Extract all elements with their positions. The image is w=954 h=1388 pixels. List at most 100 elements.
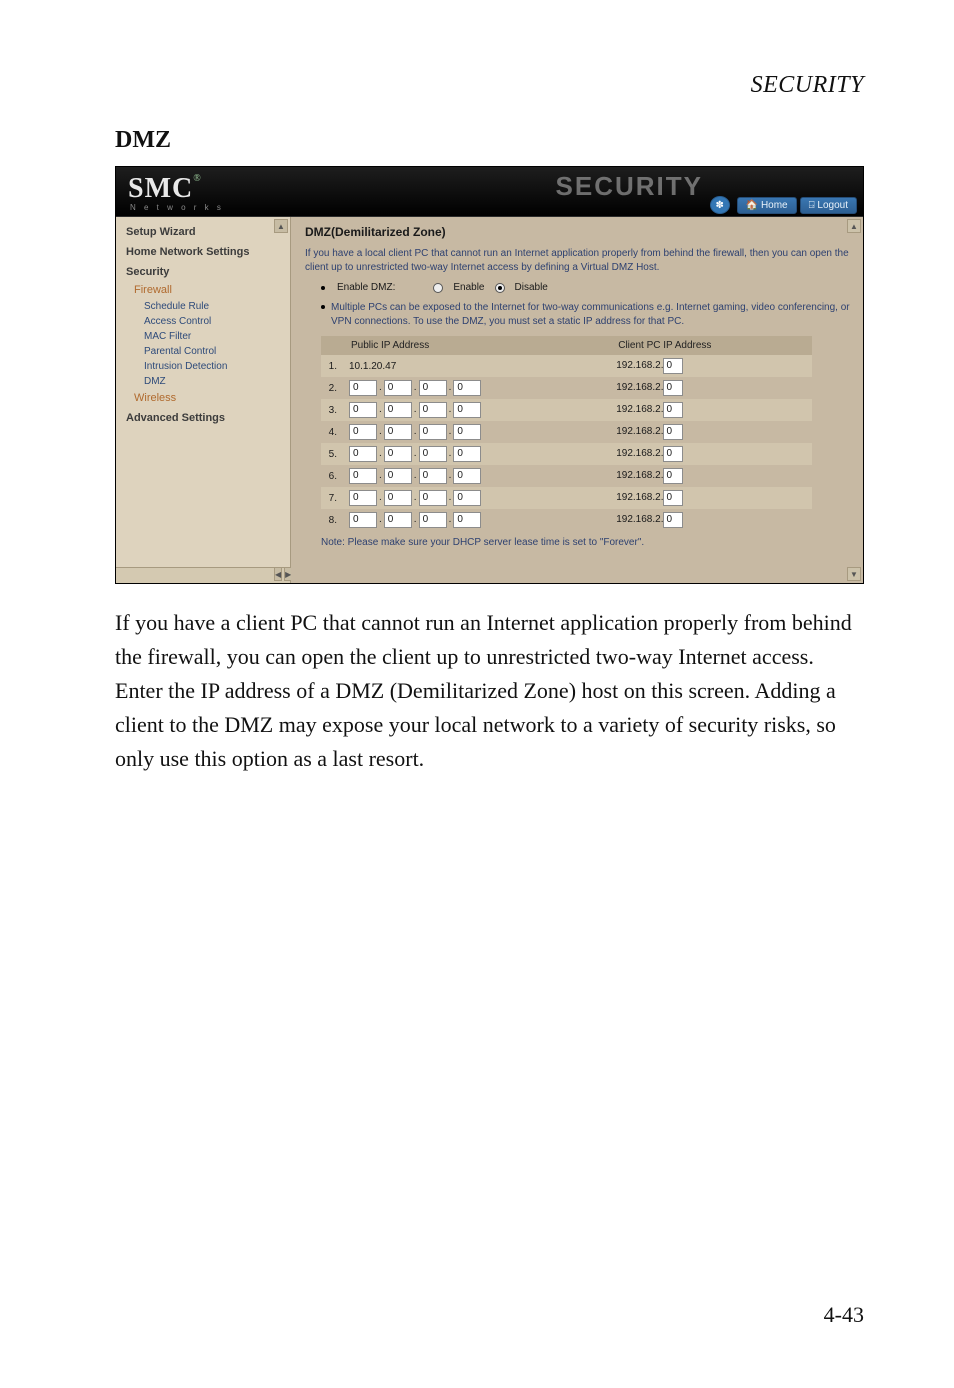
client-ip-cell: 192.168.2.0 <box>610 355 812 377</box>
dot: . <box>379 492 382 503</box>
brand-subtitle: N e t w o r k s <box>130 203 224 212</box>
nav-security[interactable]: Security <box>116 261 290 281</box>
row-index: 8. <box>321 509 343 531</box>
dot: . <box>379 382 382 393</box>
ip-octet-input[interactable]: 0 <box>453 490 481 506</box>
ip-octet-input[interactable]: 0 <box>384 402 412 418</box>
main-pane: ▲ DMZ(Demilitarized Zone) If you have a … <box>291 217 863 583</box>
nav-wireless[interactable]: Wireless <box>116 389 290 407</box>
ip-octet-input[interactable]: 0 <box>384 380 412 396</box>
client-ip-last-input[interactable]: 0 <box>663 468 683 484</box>
client-ip-last-input[interactable]: 0 <box>663 424 683 440</box>
client-ip-last-input[interactable]: 0 <box>663 358 683 374</box>
content-scroll-down-icon[interactable]: ▼ <box>847 567 861 581</box>
dot: . <box>449 426 452 437</box>
dot: . <box>449 382 452 393</box>
nav-dmz[interactable]: DMZ <box>116 374 290 389</box>
client-ip-last-input[interactable]: 0 <box>663 512 683 528</box>
ip-octet-input[interactable]: 0 <box>453 380 481 396</box>
ip-octet-input[interactable]: 0 <box>453 512 481 528</box>
client-ip-cell: 192.168.2.0 <box>610 443 812 465</box>
client-ip-last-input[interactable]: 0 <box>663 490 683 506</box>
bullet-icon <box>321 305 325 309</box>
brand-logo: SMC® <box>128 173 202 205</box>
nav-parental-control[interactable]: Parental Control <box>116 344 290 359</box>
row-index: 2. <box>321 377 343 399</box>
table-row: 1.10.1.20.47192.168.2.0 <box>321 355 812 377</box>
topbar: ✽ 🏠 Home ⍈ Logout <box>710 196 857 214</box>
dot: . <box>449 492 452 503</box>
note-line: Multiple PCs can be exposed to the Inter… <box>321 301 851 328</box>
ip-octet-input[interactable]: 0 <box>419 402 447 418</box>
dot: . <box>449 404 452 415</box>
client-ip-prefix: 192.168.2. <box>616 426 663 437</box>
dot: . <box>414 404 417 415</box>
dot: . <box>379 448 382 459</box>
ip-octet-input[interactable]: 0 <box>349 446 377 462</box>
ip-octet-input[interactable]: 0 <box>419 380 447 396</box>
client-ip-last-input[interactable]: 0 <box>663 446 683 462</box>
nav-intrusion-detection[interactable]: Intrusion Detection <box>116 359 290 374</box>
nav-mac-filter[interactable]: MAC Filter <box>116 329 290 344</box>
nav-advanced-settings[interactable]: Advanced Settings <box>116 407 290 427</box>
dot: . <box>414 382 417 393</box>
disable-radio[interactable] <box>495 283 505 293</box>
ip-octet-input[interactable]: 0 <box>419 424 447 440</box>
ip-octet-input[interactable]: 0 <box>384 424 412 440</box>
ip-octet-input[interactable]: 0 <box>419 490 447 506</box>
ip-octet-input[interactable]: 0 <box>384 490 412 506</box>
nav-firewall[interactable]: Firewall <box>116 281 290 299</box>
scroll-up-icon[interactable]: ▲ <box>274 219 288 233</box>
nav-access-control[interactable]: Access Control <box>116 314 290 329</box>
ip-octet-input[interactable]: 0 <box>419 446 447 462</box>
nav-schedule-rule[interactable]: Schedule Rule <box>116 299 290 314</box>
public-ip-cell: 0.0.0.0 <box>343 377 610 399</box>
nav-home-network-settings[interactable]: Home Network Settings <box>116 241 290 261</box>
dot: . <box>414 492 417 503</box>
ip-octet-input[interactable]: 0 <box>419 468 447 484</box>
nav-setup-wizard[interactable]: Setup Wizard <box>116 221 290 241</box>
client-ip-prefix: 192.168.2. <box>616 470 663 481</box>
section-title: DMZ <box>115 127 864 154</box>
ip-octet-input[interactable]: 0 <box>384 512 412 528</box>
dot: . <box>379 514 382 525</box>
ip-octet-input[interactable]: 0 <box>349 490 377 506</box>
row-index: 5. <box>321 443 343 465</box>
public-ip-cell: 0.0.0.0 <box>343 509 610 531</box>
ip-octet-input[interactable]: 0 <box>384 468 412 484</box>
ip-octet-input[interactable]: 0 <box>453 468 481 484</box>
public-ip-cell: 0.0.0.0 <box>343 399 610 421</box>
public-ip-cell: 0.0.0.0 <box>343 487 610 509</box>
home-button[interactable]: 🏠 Home <box>737 197 797 214</box>
scroll-bottom-bar[interactable]: ◀▶ <box>116 567 290 583</box>
ip-octet-input[interactable]: 0 <box>453 402 481 418</box>
ip-octet-input[interactable]: 0 <box>453 424 481 440</box>
router-screenshot: SMC® N e t w o r k s SECURITY ✽ 🏠 Home ⍈… <box>115 166 864 584</box>
ip-octet-input[interactable]: 0 <box>419 512 447 528</box>
ip-octet-input[interactable]: 0 <box>349 380 377 396</box>
public-ip-cell: 0.0.0.0 <box>343 465 610 487</box>
brand-word: SECURITY <box>556 171 703 202</box>
pane-intro: If you have a local client PC that canno… <box>305 247 851 274</box>
ip-octet-input[interactable]: 0 <box>349 512 377 528</box>
ip-octet-input[interactable]: 0 <box>349 402 377 418</box>
table-row: 8.0.0.0.0192.168.2.0 <box>321 509 812 531</box>
ip-octet-input[interactable]: 0 <box>384 446 412 462</box>
ip-octet-input[interactable]: 0 <box>453 446 481 462</box>
ip-octet-input[interactable]: 0 <box>349 424 377 440</box>
dot: . <box>449 448 452 459</box>
client-ip-last-input[interactable]: 0 <box>663 402 683 418</box>
client-ip-cell: 192.168.2.0 <box>610 465 812 487</box>
client-ip-cell: 192.168.2.0 <box>610 421 812 443</box>
content-scroll-up-icon[interactable]: ▲ <box>847 219 861 233</box>
enable-radio[interactable] <box>433 283 443 293</box>
client-ip-cell: 192.168.2.0 <box>610 487 812 509</box>
logout-button[interactable]: ⍈ Logout <box>800 197 857 214</box>
ip-octet-input[interactable]: 0 <box>349 468 377 484</box>
client-ip-prefix: 192.168.2. <box>616 514 663 525</box>
client-ip-prefix: 192.168.2. <box>616 382 663 393</box>
dot: . <box>414 426 417 437</box>
public-ip-cell: 0.0.0.0 <box>343 443 610 465</box>
scroll-left-icon[interactable]: ◀ <box>274 567 282 581</box>
client-ip-last-input[interactable]: 0 <box>663 380 683 396</box>
